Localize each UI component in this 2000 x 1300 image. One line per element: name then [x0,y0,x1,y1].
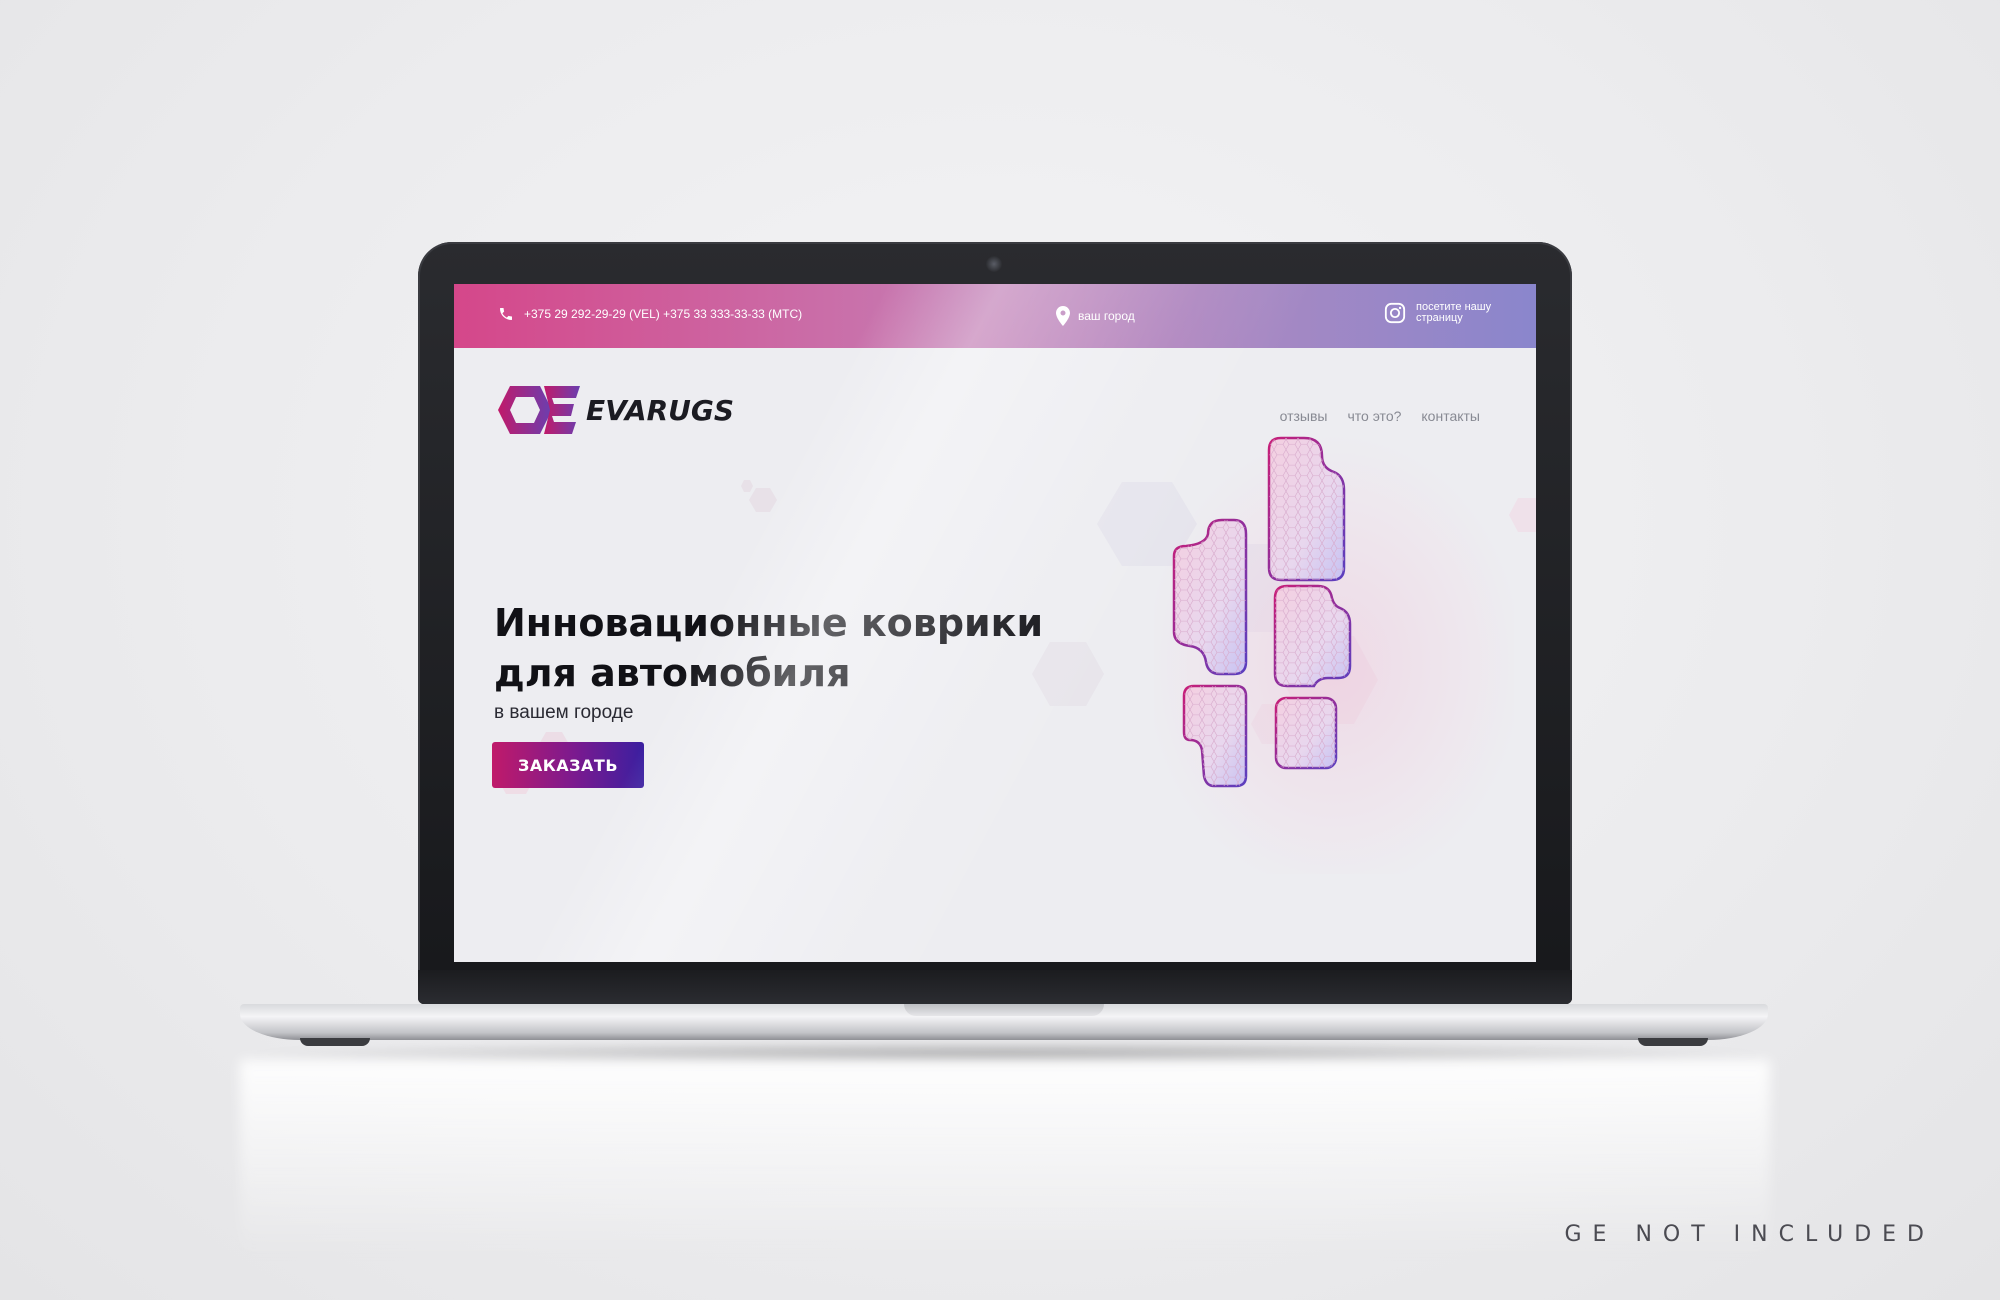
main-nav: отзывы что это? контакты [1280,408,1480,424]
location-pin-icon [1056,306,1070,326]
laptop-opening-notch [904,1004,1104,1016]
camera-icon [986,256,1002,272]
phone-contact[interactable]: +375 29 292-29-29 (VEL) +375 33 333-33-3… [498,306,802,322]
hero-subtitle: в вашем городе [494,702,634,723]
watermark-text: GE NOT INCLUDED [1564,1222,1935,1247]
instagram-label: посетите нашу страницу [1416,301,1492,324]
phone-icon [500,308,512,320]
laptop-foot-right [1638,1038,1708,1046]
logo-text: EVARUGS [586,393,735,427]
city-label: ваш город [1078,309,1135,323]
mockup-scene: +375 29 292-29-29 (VEL) +375 33 333-33-3… [0,0,2000,1300]
laptop-foot-left [300,1038,370,1046]
order-button[interactable]: ЗАКАЗАТЬ [492,742,644,788]
floor-reflection [240,1060,1770,1260]
nav-item-contacts[interactable]: контакты [1421,408,1480,424]
nav-item-reviews[interactable]: отзывы [1280,408,1328,424]
site-logo[interactable]: EVARUGS [496,384,734,436]
instagram-icon [1384,302,1406,324]
phone-numbers: +375 29 292-29-29 (VEL) +375 33 333-33-3… [524,307,803,321]
city-selector[interactable]: ваш город [1056,306,1135,326]
laptop-bezel-bottom [418,970,1572,1004]
nav-item-what-is-it[interactable]: что это? [1348,408,1402,424]
laptop-lid: +375 29 292-29-29 (VEL) +375 33 333-33-3… [418,242,1572,1004]
instagram-link[interactable]: посетите нашу страницу [1384,302,1506,324]
hero-title: Инновационные коврики для автомобиля [494,601,1044,695]
laptop-base [240,1004,1768,1046]
site-header: EVARUGS отзывы что это? контакты [454,348,1536,448]
hexagon-e-logo [498,386,580,434]
contact-topbar: +375 29 292-29-29 (VEL) +375 33 333-33-3… [454,284,1536,348]
laptop-screen: +375 29 292-29-29 (VEL) +375 33 333-33-3… [454,284,1536,962]
car-mats-illustration [1154,434,1514,874]
